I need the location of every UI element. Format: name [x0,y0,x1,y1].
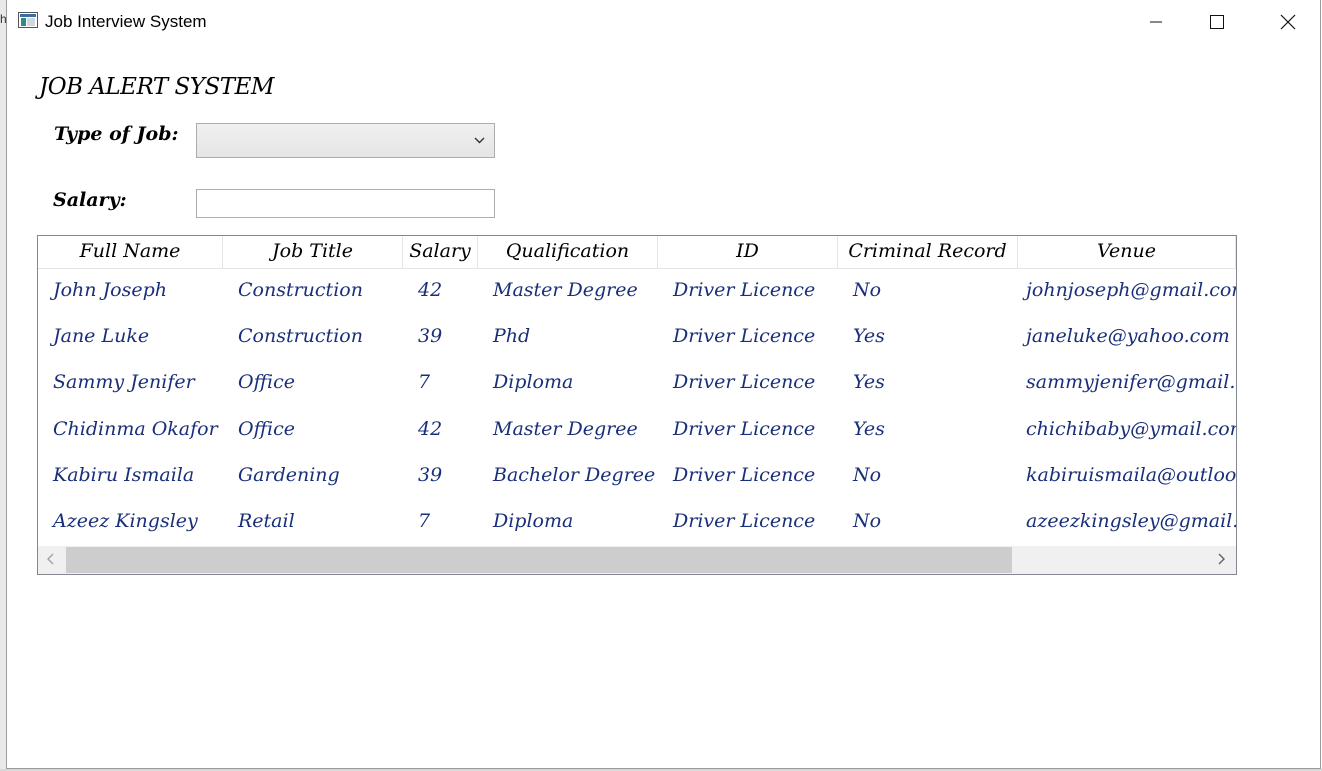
cell-qualification: Phd [493,325,531,347]
column-header-venue[interactable]: Venue [1018,236,1236,268]
cell-criminal-record: No [853,510,882,532]
cell-job-title: Office [238,371,295,393]
cell-id: Driver Licence [673,510,816,532]
cell-venue: azeezkingsley@gmail.com [1026,510,1237,532]
window-title: Job Interview System [45,12,207,31]
column-header-criminal-record[interactable]: Criminal Record [838,236,1018,268]
cell-salary: 7 [418,371,431,393]
salary-input[interactable] [196,189,495,218]
column-header-qualification[interactable]: Qualification [478,236,658,268]
maximize-icon [1210,15,1224,29]
column-header-salary[interactable]: Salary [403,236,478,268]
table-row[interactable]: Kabiru Ismaila Gardening 39 Bachelor Deg… [38,452,1236,498]
cell-job-title: Office [238,418,295,440]
cell-salary: 42 [418,418,443,440]
cell-qualification: Master Degree [493,418,638,440]
minimize-button[interactable] [1133,0,1179,44]
cell-id: Driver Licence [673,418,816,440]
cell-full-name: Chidinma Okafor [53,418,218,440]
cell-id: Driver Licence [673,464,816,486]
cell-job-title: Construction [238,279,363,301]
cell-venue: kabiruismaila@outlook.com [1026,464,1237,486]
scroll-left-icon[interactable] [46,552,56,566]
cell-qualification: Master Degree [493,279,638,301]
title-bar[interactable]: Job Interview System [7,0,1320,44]
chevron-down-icon [474,137,485,144]
table-row[interactable]: Sammy Jenifer Office 7 Diploma Driver Li… [38,359,1236,405]
cell-criminal-record: No [853,464,882,486]
close-button[interactable] [1265,0,1311,44]
cell-id: Driver Licence [673,279,816,301]
cell-full-name: John Joseph [53,279,168,301]
scrollbar-thumb[interactable] [66,547,1012,573]
cell-criminal-record: Yes [853,325,885,347]
cell-full-name: Sammy Jenifer [53,371,195,393]
horizontal-scrollbar[interactable] [38,546,1236,574]
cell-id: Driver Licence [673,371,816,393]
cell-full-name: Kabiru Ismaila [53,464,195,486]
minimize-icon [1150,21,1162,23]
grid-header-row: Full Name Job Title Salary Qualification… [38,236,1236,269]
cell-venue: janeluke@yahoo.com [1026,325,1230,347]
cell-criminal-record: Yes [853,418,885,440]
page-title: JOB ALERT SYSTEM [39,74,274,100]
cell-id: Driver Licence [673,325,816,347]
cell-salary: 39 [418,325,443,347]
cell-job-title: Retail [238,510,295,532]
salary-label: Salary: [53,189,127,211]
cell-salary: 7 [418,510,431,532]
table-row[interactable]: Chidinma Okafor Office 42 Master Degree … [38,406,1236,452]
cell-qualification: Diploma [493,371,574,393]
cell-venue: johnjoseph@gmail.com [1026,279,1237,301]
column-header-full-name[interactable]: Full Name [38,236,223,268]
cell-venue: chichibaby@ymail.com [1026,418,1237,440]
main-window: Job Interview System JOB ALERT SYSTEM Ty… [6,0,1321,769]
table-row[interactable]: Jane Luke Construction 39 Phd Driver Lic… [38,313,1236,359]
app-icon [18,12,38,28]
job-type-label: Type of Job: [54,123,179,145]
close-icon [1280,14,1296,30]
table-row[interactable]: John Joseph Construction 42 Master Degre… [38,267,1236,313]
cell-full-name: Jane Luke [53,325,150,347]
cell-qualification: Bachelor Degree [493,464,656,486]
cell-qualification: Diploma [493,510,574,532]
table-row[interactable]: Azeez Kingsley Retail 7 Diploma Driver L… [38,498,1236,544]
cell-venue: sammyjenifer@gmail.com [1026,371,1236,393]
cell-full-name: Azeez Kingsley [53,510,198,532]
cell-criminal-record: No [853,279,882,301]
cell-criminal-record: Yes [853,371,885,393]
cell-job-title: Gardening [238,464,340,486]
cell-salary: 42 [418,279,443,301]
maximize-button[interactable] [1194,0,1240,44]
job-type-dropdown[interactable] [196,123,495,158]
scroll-right-icon[interactable] [1216,552,1226,566]
cell-salary: 39 [418,464,443,486]
column-header-id[interactable]: ID [658,236,838,268]
jobs-data-grid[interactable]: Full Name Job Title Salary Qualification… [37,235,1237,575]
cell-job-title: Construction [238,325,363,347]
column-header-job-title[interactable]: Job Title [223,236,403,268]
